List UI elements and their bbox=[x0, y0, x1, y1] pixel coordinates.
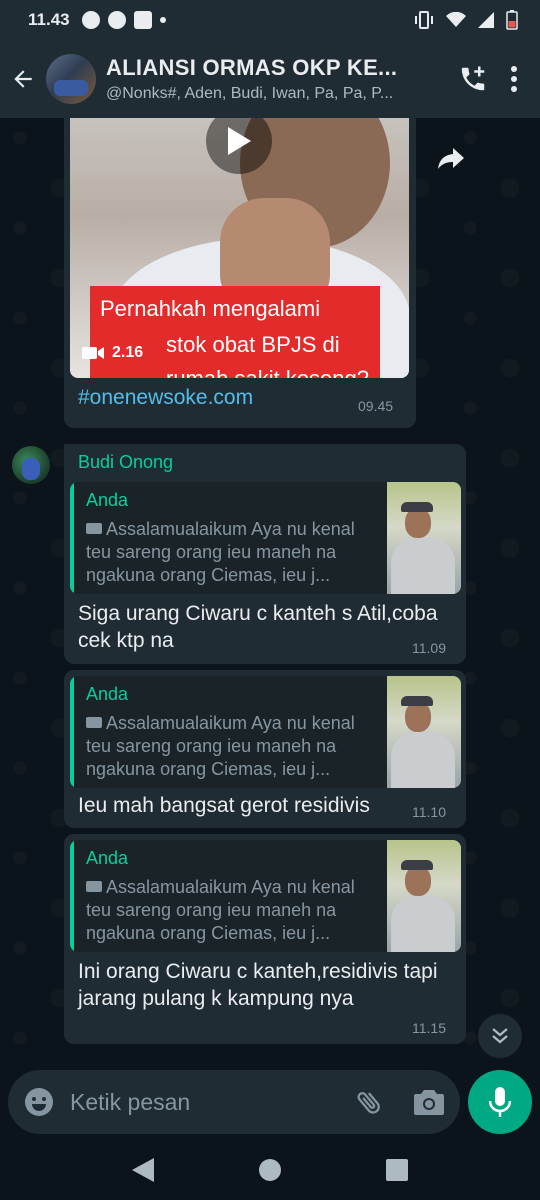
voice-message-button[interactable] bbox=[468, 1070, 532, 1134]
message-bubble[interactable]: Anda Assalamualaikum Aya nu kenal teu sa… bbox=[64, 670, 466, 828]
quote-author: Anda bbox=[86, 684, 129, 704]
forward-button[interactable] bbox=[430, 138, 472, 180]
speed-icon-2 bbox=[107, 11, 126, 29]
video-message-bubble[interactable]: Pernahkah mengalami stok obat BPJS di ru… bbox=[64, 118, 416, 428]
quote-thumbnail bbox=[387, 676, 461, 788]
quoted-message[interactable]: Anda Assalamualaikum Aya nu kenal teu sa… bbox=[70, 482, 461, 594]
nav-back-icon[interactable] bbox=[132, 1158, 155, 1182]
video-camera-icon bbox=[86, 523, 102, 534]
quote-author: Anda bbox=[86, 490, 129, 510]
back-button[interactable] bbox=[0, 66, 46, 92]
status-time: 11.43 bbox=[28, 10, 70, 29]
quoted-message[interactable]: Anda Assalamualaikum Aya nu kenal teu sa… bbox=[70, 676, 461, 788]
camera-icon[interactable] bbox=[414, 1089, 444, 1115]
message-text: Siga urang Ciwaru c kanteh s Atil,coba c… bbox=[78, 602, 438, 652]
nav-recents-icon[interactable] bbox=[385, 1159, 408, 1181]
chat-area[interactable]: Pernahkah mengalami stok obat BPJS di ru… bbox=[0, 118, 540, 1070]
message-time: 11.15 bbox=[412, 1020, 446, 1036]
message-time: 11.10 bbox=[412, 804, 446, 820]
back-arrow-icon bbox=[14, 70, 32, 88]
nav-home-icon[interactable] bbox=[258, 1159, 281, 1181]
more-vert-icon[interactable] bbox=[510, 66, 518, 92]
scroll-down-button[interactable] bbox=[478, 1014, 522, 1058]
scroll-down-icon bbox=[492, 1028, 508, 1044]
play-icon bbox=[228, 127, 251, 155]
quote-text: Assalamualaikum Aya nu kenal teu sareng … bbox=[86, 519, 355, 585]
video-caption-line1: Pernahkah mengalami bbox=[100, 296, 321, 321]
sender-name[interactable]: Budi Onong bbox=[78, 452, 173, 473]
mail-icon bbox=[133, 11, 152, 29]
video-camera-icon bbox=[82, 347, 104, 359]
message-bubble[interactable]: Budi Onong Anda Assalamualaikum Aya nu k… bbox=[64, 444, 466, 664]
quoted-message[interactable]: Anda Assalamualaikum Aya nu kenal teu sa… bbox=[70, 840, 461, 952]
message-input[interactable]: Ketik pesan bbox=[70, 1089, 354, 1116]
quote-thumbnail bbox=[387, 840, 461, 952]
chat-title-area[interactable]: ALIANSI ORMAS OKP KE... @Nonks#, Aden, B… bbox=[106, 55, 440, 103]
group-members: @Nonks#, Aden, Budi, Iwan, Pa, Pa, P... bbox=[106, 85, 394, 102]
message-composer: Ketik pesan bbox=[8, 1070, 460, 1134]
video-caption-line3: rumah sakit kosong? bbox=[166, 366, 369, 378]
quote-text: Assalamualaikum Aya nu kenal teu sareng … bbox=[86, 877, 355, 943]
video-duration: 2.16 bbox=[82, 344, 143, 362]
video-camera-icon bbox=[86, 717, 102, 728]
system-nav-bar bbox=[0, 1140, 540, 1200]
signal-icon bbox=[478, 12, 494, 28]
message-bubble[interactable]: Anda Assalamualaikum Aya nu kenal teu sa… bbox=[64, 834, 466, 1044]
video-link[interactable]: #onenewsoke.com bbox=[78, 386, 253, 410]
group-avatar[interactable] bbox=[46, 54, 96, 104]
battery-icon bbox=[506, 10, 518, 30]
message-text: Ieu mah bangsat gerot residivis bbox=[78, 794, 370, 817]
mic-icon bbox=[489, 1087, 511, 1117]
wifi-icon bbox=[446, 12, 466, 27]
notification-dot-icon bbox=[159, 17, 166, 23]
attach-icon[interactable] bbox=[354, 1087, 384, 1117]
add-call-icon[interactable] bbox=[458, 64, 488, 94]
message-text: Ini orang Ciwaru c kanteh,residivis tapi… bbox=[78, 960, 438, 1010]
emoji-icon[interactable] bbox=[24, 1087, 54, 1117]
chat-header: ALIANSI ORMAS OKP KE... @Nonks#, Aden, B… bbox=[0, 40, 540, 118]
video-caption-line2: stok obat BPJS di bbox=[166, 332, 340, 357]
video-duration-text: 2.16 bbox=[112, 344, 144, 361]
speed-icon bbox=[81, 11, 100, 29]
vibrate-icon bbox=[415, 11, 433, 29]
video-camera-icon bbox=[86, 881, 102, 892]
sender-avatar[interactable] bbox=[12, 446, 50, 484]
status-bar: 11.43 bbox=[0, 0, 540, 40]
message-time: 11.09 bbox=[412, 640, 446, 656]
video-thumbnail[interactable]: Pernahkah mengalami stok obat BPJS di ru… bbox=[70, 118, 409, 378]
quote-thumbnail bbox=[387, 482, 461, 594]
quote-author: Anda bbox=[86, 848, 129, 868]
quote-text: Assalamualaikum Aya nu kenal teu sareng … bbox=[86, 713, 355, 779]
forward-icon bbox=[438, 148, 464, 169]
group-title: ALIANSI ORMAS OKP KE... bbox=[106, 55, 398, 80]
video-time: 09.45 bbox=[358, 398, 394, 414]
